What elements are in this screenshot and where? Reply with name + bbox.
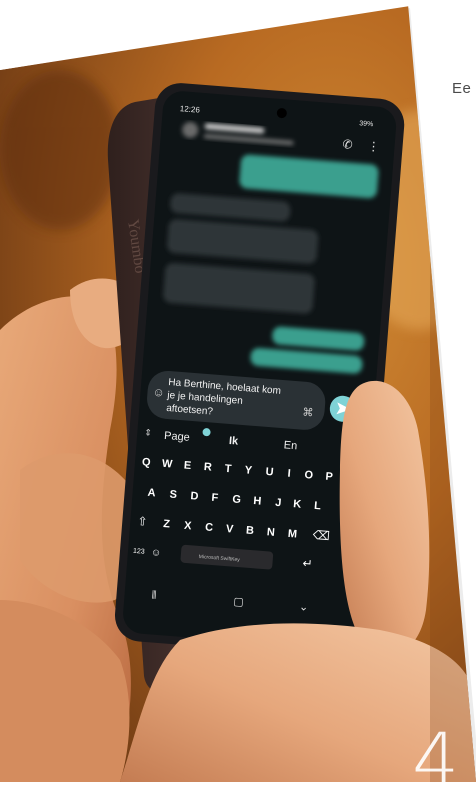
key-m[interactable]: M [287, 528, 297, 541]
suggestion-1[interactable]: Page [164, 430, 191, 444]
backspace-icon[interactable]: ⌫ [312, 528, 330, 543]
key-k[interactable]: K [293, 498, 302, 511]
key-h[interactable]: H [253, 495, 262, 508]
home-icon[interactable]: ▢ [233, 596, 244, 609]
key-a[interactable]: A [147, 487, 156, 500]
back-chevron-icon[interactable]: ⌄ [299, 601, 309, 614]
status-time: 12:26 [180, 104, 201, 115]
key-g[interactable]: G [232, 493, 241, 506]
attach-icon[interactable]: ⌘ [302, 407, 314, 420]
key-b[interactable]: B [246, 525, 255, 538]
key-l[interactable]: L [314, 500, 322, 513]
key-r[interactable]: R [203, 461, 212, 474]
key-t[interactable]: T [224, 463, 232, 476]
bokeh-dark [0, 70, 120, 230]
key-u[interactable]: U [265, 466, 274, 479]
key-o[interactable]: O [304, 469, 314, 482]
key-p[interactable]: P [325, 471, 333, 484]
enter-icon[interactable]: ↵ [302, 556, 313, 571]
status-battery: 39% [359, 120, 374, 128]
right-thumb [339, 380, 430, 655]
menu-icon[interactable]: ⋮ [367, 139, 380, 154]
key-s[interactable]: S [169, 488, 177, 501]
key-e[interactable]: E [183, 460, 191, 473]
key-123[interactable]: 123 [133, 548, 145, 556]
key-j[interactable]: J [275, 497, 282, 509]
shift-icon[interactable]: ⇧ [137, 514, 148, 529]
suggestion-3[interactable]: En [283, 439, 297, 452]
page-number: 4 [412, 718, 460, 804]
suggestion-settings-icon[interactable]: ⇕ [144, 427, 152, 438]
call-icon[interactable]: ✆ [342, 137, 353, 152]
key-d[interactable]: D [190, 490, 199, 503]
key-f[interactable]: F [211, 492, 219, 505]
key-q[interactable]: Q [142, 456, 152, 469]
key-z[interactable]: Z [163, 518, 171, 531]
key-w[interactable]: W [161, 458, 173, 471]
emoji-key-icon[interactable]: ☺ [151, 547, 162, 559]
photo: Youmbo 12:26 39% ✆ ⋮ ☺ Ha Berthine, hoel… [0, 0, 476, 782]
emoji-icon[interactable]: ☺ [152, 385, 165, 400]
key-c[interactable]: C [205, 521, 214, 534]
key-n[interactable]: N [266, 526, 275, 539]
